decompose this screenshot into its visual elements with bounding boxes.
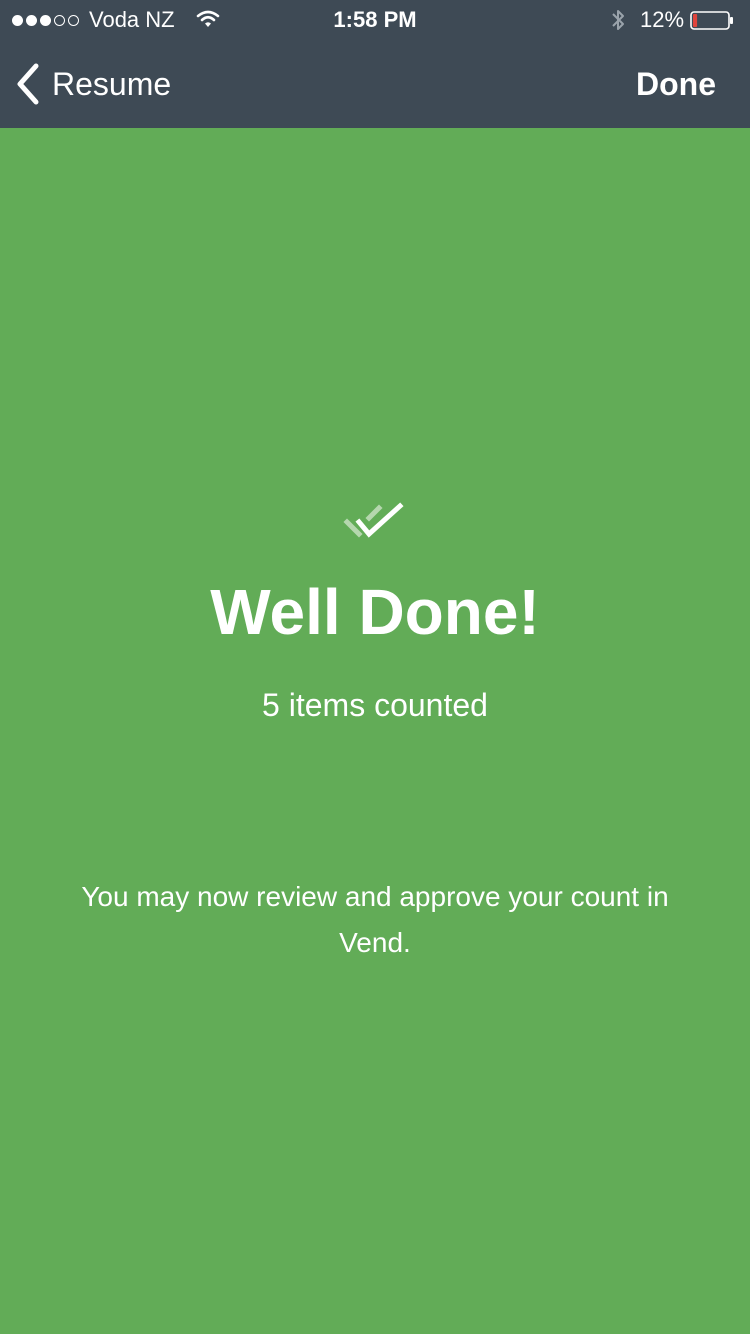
- double-check-icon: [343, 502, 404, 538]
- battery-percent: 12%: [640, 7, 685, 32]
- bluetooth-icon: [612, 10, 624, 30]
- success-headline: Well Done!: [210, 576, 540, 648]
- chevron-left-icon: [17, 63, 39, 105]
- resume-label: Resume: [52, 65, 172, 102]
- top-bar: Voda NZ 1:58 PM 12% Resume Done: [0, 0, 750, 128]
- review-message: You may now review and approve your coun…: [81, 881, 669, 958]
- completion-screen: Well Done! 5 items counted You may now r…: [0, 128, 750, 1334]
- status-time: 1:58 PM: [333, 7, 417, 32]
- status-bar: Voda NZ 1:58 PM 12%: [0, 0, 750, 40]
- battery-level: [693, 14, 698, 27]
- battery-icon: [690, 11, 733, 30]
- resume-button[interactable]: Resume: [14, 60, 171, 108]
- navigation-bar: Resume Done: [0, 40, 750, 128]
- done-button[interactable]: Done: [636, 62, 716, 106]
- items-counted-text: 5 items counted: [262, 687, 488, 723]
